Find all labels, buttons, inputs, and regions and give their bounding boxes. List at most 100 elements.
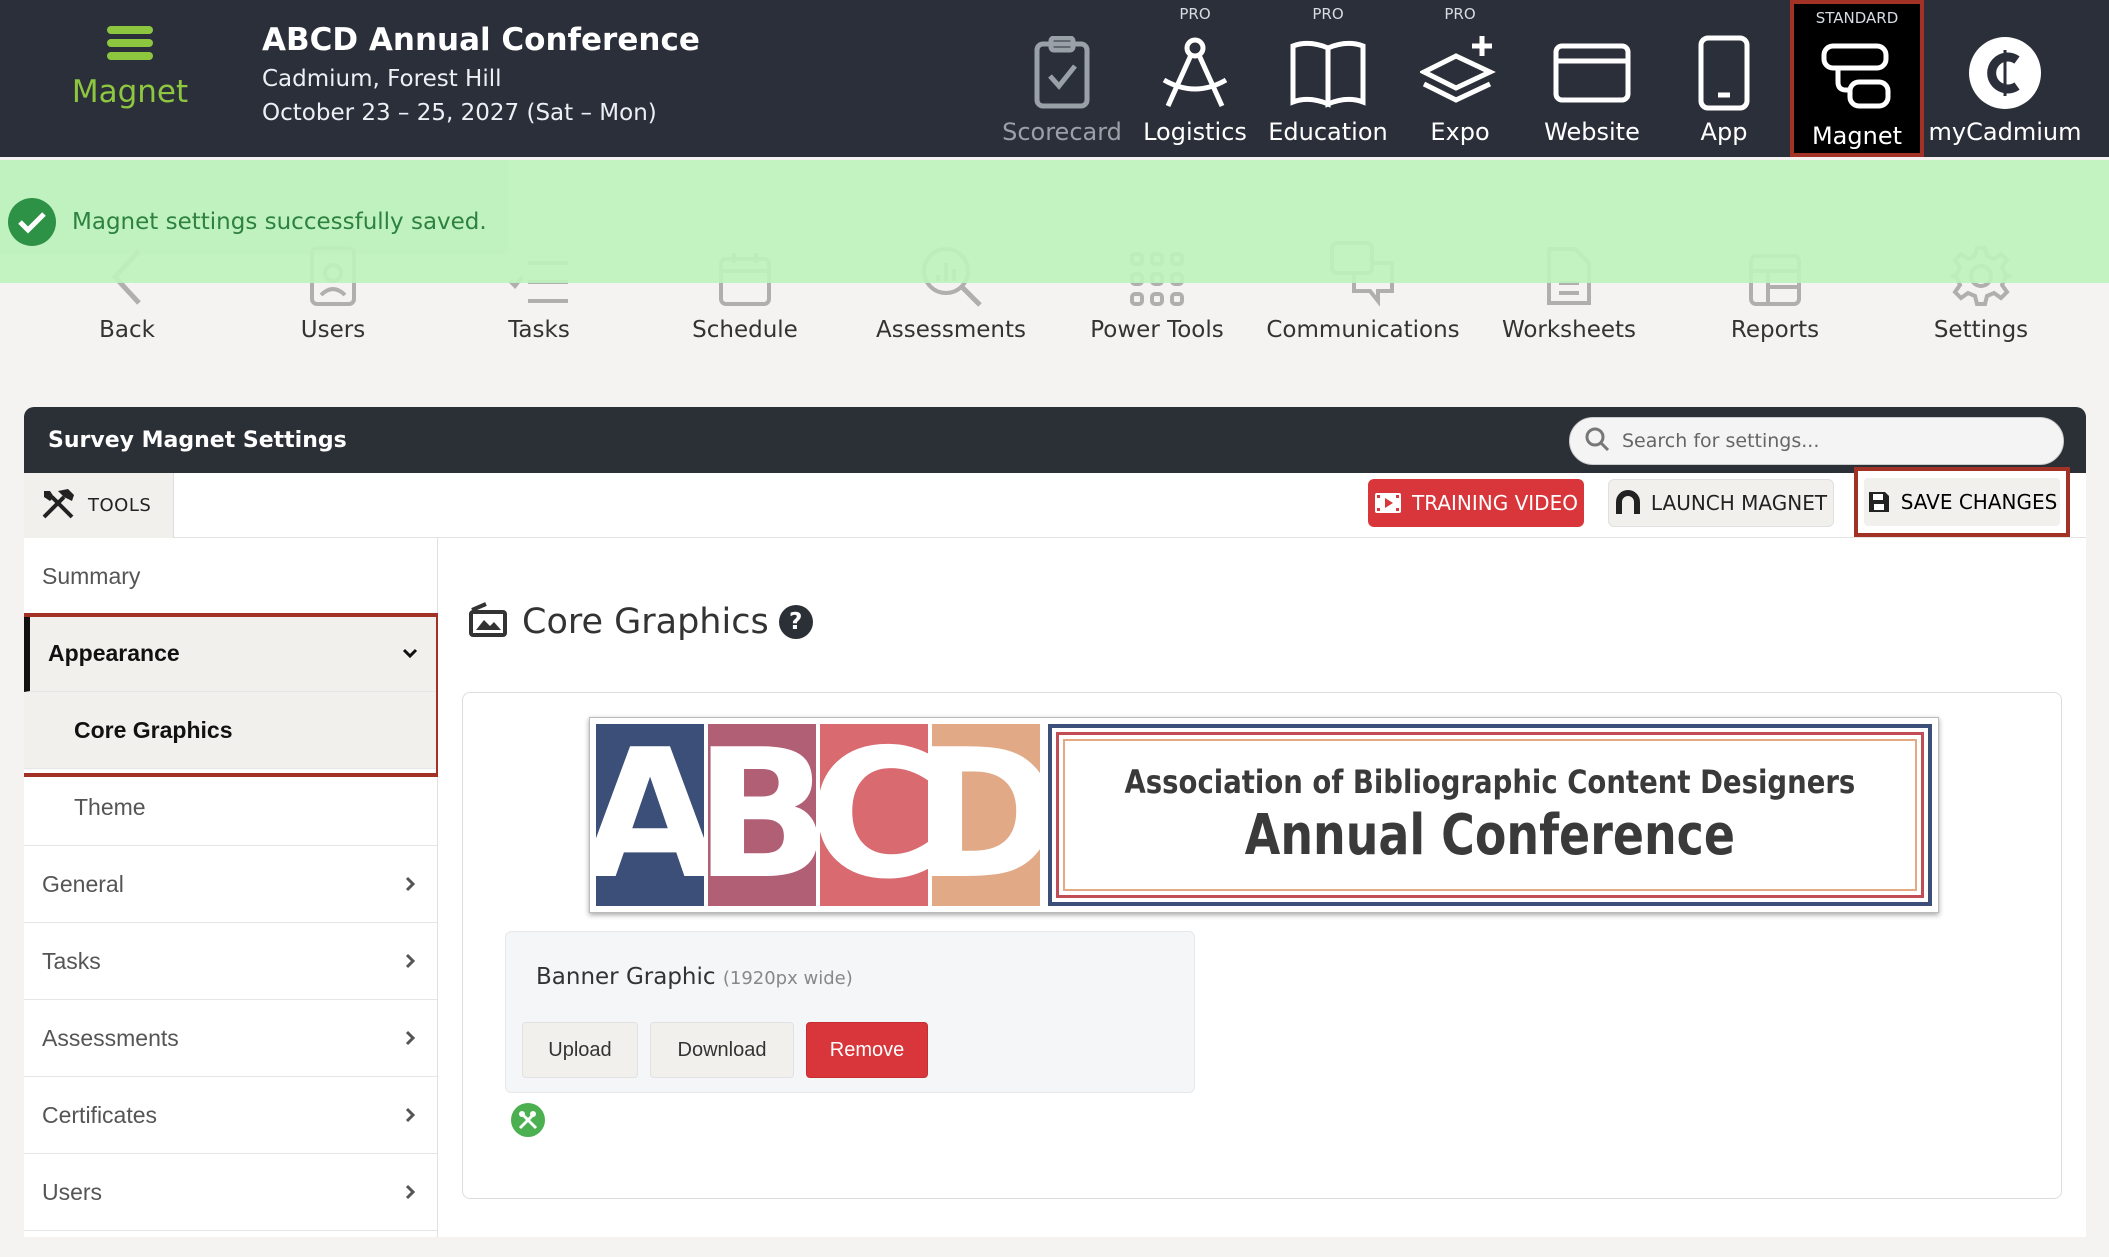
download-button[interactable]: Download [650, 1022, 794, 1078]
search-input[interactable] [1622, 430, 2042, 452]
panel-title: Survey Magnet Settings [48, 427, 347, 453]
toolbar-label: Assessments [876, 317, 1026, 343]
toolbar-label: Schedule [692, 317, 798, 343]
module-mycadmium[interactable]: myCadmium [1929, 0, 2081, 157]
banner-graphic-preview: A B C D Association of Bibliographic Con… [589, 717, 1939, 913]
chevron-down-icon [401, 641, 419, 668]
module-label: Expo [1430, 118, 1490, 146]
banner-graphic-hint: (1920px wide) [722, 968, 853, 989]
save-changes-button[interactable]: SAVE CHANGES [1854, 467, 2070, 537]
sidebar-item-core-graphics[interactable]: Core Graphics [24, 692, 437, 769]
sidebar-item-users[interactable]: Users [24, 1154, 437, 1231]
upload-button[interactable]: Upload [522, 1022, 638, 1078]
toolbar-label: Worksheets [1501, 317, 1637, 343]
training-video-label: TRAINING VIDEO [1412, 491, 1578, 515]
magnet-logo[interactable]: Magnet [40, 0, 220, 157]
toolbar-label: Settings [1933, 317, 2029, 343]
module-website[interactable]: Website [1540, 0, 1644, 157]
save-changes-label: SAVE CHANGES [1900, 490, 2058, 514]
module-magnet[interactable]: STANDARD Magnet [1790, 0, 1924, 157]
logo-text: Magnet [71, 74, 189, 110]
cadmium-logo-icon [1967, 28, 2043, 118]
sidebar-item-label: Certificates [42, 1101, 158, 1128]
main-content: Core Graphics ? A B C D Association of B… [438, 538, 2086, 1237]
toolbar-label: Back [99, 317, 155, 343]
book-icon [1289, 28, 1367, 118]
sidebar-item-summary[interactable]: Summary [24, 538, 437, 615]
remove-button[interactable]: Remove [806, 1022, 928, 1078]
launch-magnet-label: LAUNCH MAGNET [1650, 491, 1828, 515]
graphics-icon [468, 602, 508, 642]
module-expo[interactable]: PRO Expo [1410, 0, 1510, 157]
training-video-button[interactable]: TRAINING VIDEO [1368, 479, 1584, 527]
module-tier: PRO [1312, 5, 1344, 23]
sidebar-item-label: General [42, 870, 124, 897]
module-label: Website [1544, 118, 1640, 146]
toolbar-label: Tasks [508, 317, 570, 343]
phone-icon [1698, 28, 1750, 118]
module-education[interactable]: PRO Education [1268, 0, 1388, 157]
sidebar-item-tasks[interactable]: Tasks [24, 923, 437, 1000]
hamburger-menu-icon[interactable] [107, 26, 153, 60]
conference-location: Cadmium, Forest Hill [262, 66, 502, 92]
magnet-module-icon [1820, 32, 1894, 122]
tools-icon [40, 487, 76, 525]
module-app[interactable]: App [1680, 0, 1768, 157]
banner-letter: C [820, 724, 929, 906]
banner-text-frame: Association of Bibliographic Content Des… [1048, 724, 1932, 906]
top-header: Magnet ABCD Annual Conference Cadmium, F… [0, 0, 2109, 157]
module-tier: PRO [1444, 5, 1476, 23]
chevron-right-icon [401, 872, 419, 899]
conference-dates: October 23 – 25, 2027 (Sat – Mon) [262, 100, 657, 126]
sidebar-item-theme[interactable]: Theme [24, 769, 437, 846]
sidebar-item-certificates[interactable]: Certificates [24, 1077, 437, 1154]
sidebar-item-appearance[interactable]: Appearance [24, 615, 437, 692]
chevron-right-icon [401, 1103, 419, 1130]
appearance-group: Appearance Core Graphics [24, 613, 440, 777]
settings-search[interactable] [1569, 417, 2064, 465]
success-toast[interactable]: Magnet settings successfully saved. [0, 160, 2109, 283]
action-row: TOOLS TRAINING VIDEO LAUNCH MAGNET SAVE … [24, 467, 2086, 538]
conference-info: ABCD Annual Conference Cadmium, Forest H… [262, 22, 700, 126]
sidebar-item-label: Assessments [42, 1024, 179, 1051]
section-header: Core Graphics ? [468, 602, 813, 642]
sidebar-item-label: Tasks [42, 947, 101, 974]
banner-line-2: Annual Conference [1244, 802, 1736, 868]
settings-sidebar: Summary Appearance Core Graphics Theme G… [24, 538, 440, 1237]
module-label: Logistics [1143, 118, 1247, 146]
toolbar-label: Power Tools [1090, 317, 1224, 343]
tools-label: TOOLS [88, 495, 152, 516]
banner-graphic-title: Banner Graphic [536, 964, 716, 990]
sidebar-item-general[interactable]: General [24, 846, 437, 923]
chevron-right-icon [401, 1180, 419, 1207]
sidebar-item-assessments[interactable]: Assessments [24, 1000, 437, 1077]
browser-window-icon [1553, 28, 1631, 118]
floppy-disk-icon [1867, 490, 1891, 514]
banner-upload-box: Banner Graphic (1920px wide) Upload Down… [505, 931, 1195, 1093]
conference-title: ABCD Annual Conference [262, 22, 700, 58]
clipboard-check-icon [1033, 28, 1091, 118]
chevron-right-icon [401, 1026, 419, 1053]
module-tier: STANDARD [1815, 9, 1899, 27]
module-scorecard[interactable]: Scorecard [1000, 0, 1124, 157]
sidebar-item-label: Appearance [48, 639, 180, 666]
toolbar-label: Reports [1730, 317, 1820, 343]
compass-icon [1158, 28, 1232, 118]
launch-magnet-button[interactable]: LAUNCH MAGNET [1608, 479, 1834, 527]
core-graphics-card: A B C D Association of Bibliographic Con… [462, 692, 2062, 1199]
banner-letter: D [932, 724, 1041, 906]
search-icon [1584, 426, 1610, 456]
tools-button[interactable]: TOOLS [24, 473, 174, 538]
help-icon[interactable]: ? [778, 605, 813, 639]
section-title: Core Graphics [522, 602, 769, 642]
banner-line-1: Association of Bibliographic Content Des… [1124, 762, 1856, 801]
sidebar-item-label: Theme [74, 793, 146, 820]
video-icon [1374, 492, 1402, 514]
chevron-right-icon [401, 949, 419, 976]
tools-badge-icon[interactable] [511, 1103, 545, 1137]
sidebar-item-label: Summary [42, 562, 141, 589]
banner-letter: B [708, 724, 817, 906]
save-changes-inner: SAVE CHANGES [1864, 478, 2060, 526]
module-logistics[interactable]: PRO Logistics [1140, 0, 1250, 157]
magnet-icon [1615, 490, 1641, 516]
